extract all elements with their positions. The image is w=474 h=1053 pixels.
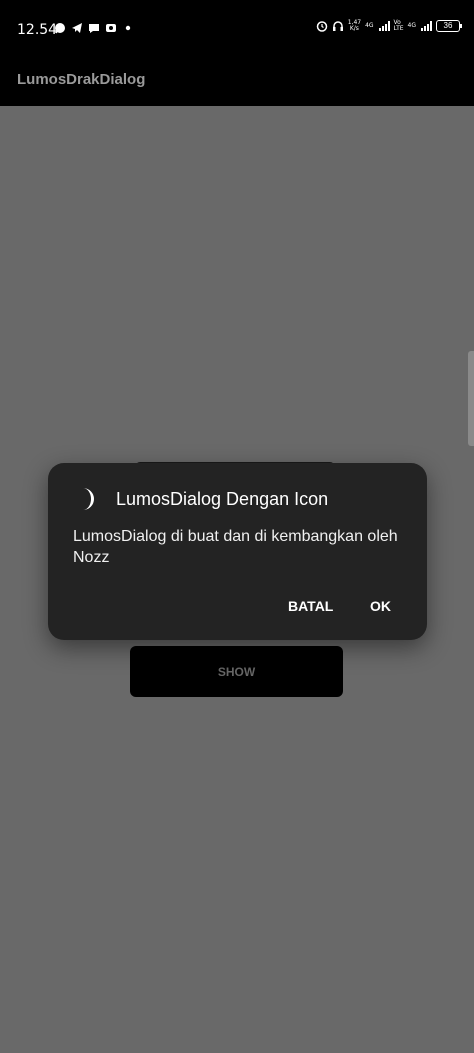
crescent-moon-icon	[83, 488, 94, 510]
whatsapp-icon	[55, 23, 65, 34]
alarm-icon	[316, 21, 327, 32]
status-right-icons: 1,47 K/s 4G Vo LTE 4G 36	[316, 19, 462, 32]
status-bar: 12.54 1,47 K/s 4G Vo LTE 4G 36	[0, 0, 474, 60]
app-bar: LumosDrakDialog	[0, 60, 474, 106]
signal-bars-icon	[378, 21, 390, 31]
app-title: LumosDrakDialog	[17, 71, 146, 88]
more-notifications-dot-icon	[125, 25, 131, 31]
signal-bars-2-icon	[421, 21, 432, 31]
ok-button[interactable]: OK	[370, 598, 391, 614]
network-speed: 1,47 K/s	[347, 19, 362, 32]
cancel-button[interactable]: BATAL	[288, 598, 333, 614]
show-button[interactable]: SHOW	[130, 646, 343, 697]
edge-panel-handle[interactable]	[468, 351, 474, 446]
app-notification-icon	[106, 24, 116, 32]
status-time: 12.54	[17, 22, 58, 38]
headphones-icon	[332, 21, 343, 31]
battery-icon: 36	[436, 20, 462, 32]
network-type-1: 4G	[365, 22, 374, 29]
chat-bubble-icon	[89, 24, 99, 33]
network-type-2: 4G	[407, 22, 416, 29]
dialog-message: LumosDialog di buat dan di kembangkan ol…	[73, 528, 398, 566]
dialog-title: LumosDialog Dengan Icon	[116, 489, 329, 509]
telegram-icon	[72, 23, 82, 33]
volte-indicator: Vo LTE	[393, 19, 404, 32]
dialog: LumosDialog Dengan Icon LumosDialog di b…	[48, 463, 427, 640]
notification-icons	[54, 22, 134, 34]
